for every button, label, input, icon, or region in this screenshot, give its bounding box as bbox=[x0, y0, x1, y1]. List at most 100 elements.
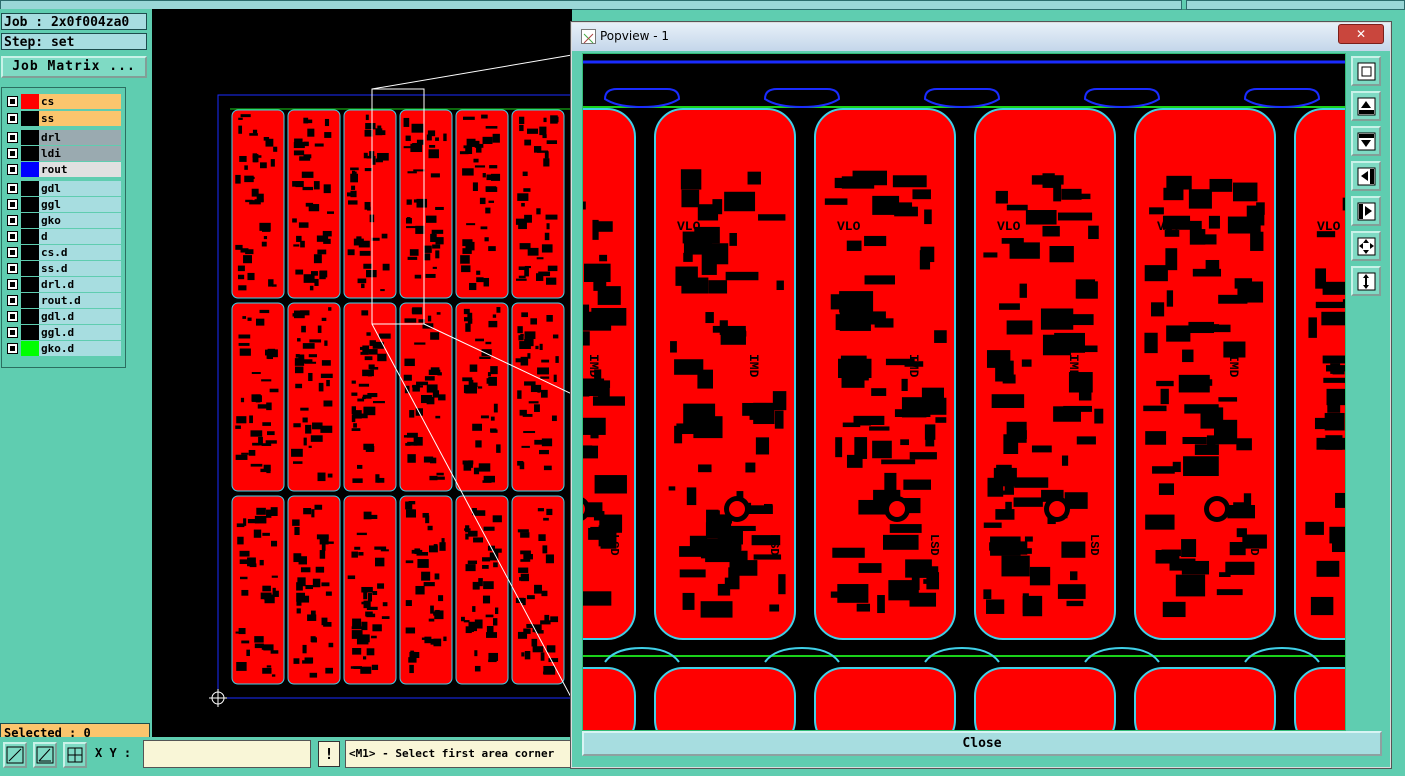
copper-gap bbox=[1066, 600, 1084, 607]
layer-color-swatch[interactable] bbox=[21, 293, 39, 308]
layer-checkbox[interactable] bbox=[7, 215, 18, 226]
layer-name[interactable]: d bbox=[39, 229, 121, 244]
layer-row-d[interactable]: d bbox=[5, 229, 121, 244]
layer-row-ss[interactable]: ss bbox=[5, 111, 121, 126]
close-button[interactable]: Close bbox=[582, 731, 1382, 756]
xy-input[interactable] bbox=[143, 740, 311, 768]
angle-icon[interactable] bbox=[33, 742, 57, 768]
layer-color-swatch[interactable] bbox=[21, 277, 39, 292]
copper-gap bbox=[1053, 179, 1062, 202]
layer-name[interactable]: gdl bbox=[39, 181, 121, 196]
layer-checkbox[interactable] bbox=[7, 164, 18, 175]
layer-checkbox[interactable] bbox=[7, 327, 18, 338]
copper-gap bbox=[292, 218, 297, 223]
warning-icon[interactable]: ! bbox=[318, 741, 340, 767]
layer-checkbox[interactable] bbox=[7, 279, 18, 290]
layer-row-drl-d[interactable]: drl.d bbox=[5, 277, 121, 292]
copper-gap bbox=[303, 508, 312, 515]
layer-checkbox[interactable] bbox=[7, 96, 18, 107]
pan-up-icon[interactable] bbox=[1351, 91, 1381, 121]
layer-color-swatch[interactable] bbox=[21, 325, 39, 340]
layer-color-swatch[interactable] bbox=[21, 229, 39, 244]
copper-gap bbox=[553, 116, 559, 123]
layer-row-ss-d[interactable]: ss.d bbox=[5, 261, 121, 276]
measure-icon[interactable] bbox=[3, 742, 27, 768]
layer-row-cs-d[interactable]: cs.d bbox=[5, 245, 121, 260]
layer-color-swatch[interactable] bbox=[21, 213, 39, 228]
layer-checkbox[interactable] bbox=[7, 311, 18, 322]
layer-color-swatch[interactable] bbox=[21, 197, 39, 212]
copper-gap bbox=[483, 526, 495, 531]
layer-name[interactable]: gko bbox=[39, 213, 121, 228]
layer-name[interactable]: ldi bbox=[39, 146, 121, 161]
layer-row-gdl-d[interactable]: gdl.d bbox=[5, 309, 121, 324]
layer-color-swatch[interactable] bbox=[21, 181, 39, 196]
copper-gap bbox=[250, 463, 263, 467]
layer-checkbox[interactable] bbox=[7, 199, 18, 210]
layer-name[interactable]: drl bbox=[39, 130, 121, 145]
layer-name[interactable]: gdl.d bbox=[39, 309, 121, 324]
zoom-in-icon[interactable] bbox=[1351, 266, 1381, 296]
copper-gap bbox=[1057, 584, 1086, 599]
layer-checkbox[interactable] bbox=[7, 247, 18, 258]
popview-titlebar[interactable]: Popview - 1 ✕ bbox=[572, 23, 1390, 51]
job-matrix-button[interactable]: Job Matrix ... bbox=[1, 56, 147, 78]
pan-right-icon[interactable] bbox=[1351, 196, 1381, 226]
copper-gap bbox=[372, 591, 378, 596]
layer-list: cs ss drl ldi rout gdl ggl gko d cs.d ss.d drl.d rou… bbox=[1, 87, 126, 368]
copper-gap bbox=[475, 338, 484, 342]
layer-name[interactable]: ggl.d bbox=[39, 325, 121, 340]
graphic-canvas[interactable] bbox=[152, 9, 572, 737]
layer-row-gdl[interactable]: gdl bbox=[5, 181, 121, 196]
layer-checkbox[interactable] bbox=[7, 231, 18, 242]
layer-name[interactable]: ggl bbox=[39, 197, 121, 212]
layer-color-swatch[interactable] bbox=[21, 341, 39, 356]
copper-gap bbox=[361, 310, 369, 316]
layer-name[interactable]: cs bbox=[39, 94, 121, 109]
zoom-window-icon[interactable] bbox=[1351, 56, 1381, 86]
copper-gap bbox=[698, 464, 712, 473]
layer-checkbox[interactable] bbox=[7, 343, 18, 354]
layer-row-gko[interactable]: gko bbox=[5, 213, 121, 228]
layer-checkbox[interactable] bbox=[7, 113, 18, 124]
layer-row-ggl-d[interactable]: ggl.d bbox=[5, 325, 121, 340]
layer-checkbox[interactable] bbox=[7, 295, 18, 306]
layer-checkbox[interactable] bbox=[7, 132, 18, 143]
layer-row-cs[interactable]: cs bbox=[5, 94, 121, 109]
copper-gap bbox=[590, 526, 623, 533]
layer-row-gko-d[interactable]: gko.d bbox=[5, 341, 121, 356]
copper-gap bbox=[479, 197, 486, 205]
window-close-button[interactable]: ✕ bbox=[1338, 24, 1384, 44]
layer-row-ldi[interactable]: ldi bbox=[5, 146, 121, 161]
layer-name[interactable]: drl.d bbox=[39, 277, 121, 292]
layer-row-rout-d[interactable]: rout.d bbox=[5, 293, 121, 308]
layer-row-drl[interactable]: drl bbox=[5, 130, 121, 145]
layer-color-swatch[interactable] bbox=[21, 309, 39, 324]
layer-color-swatch[interactable] bbox=[21, 94, 39, 109]
layer-name[interactable]: gko.d bbox=[39, 341, 121, 356]
layer-name[interactable]: rout.d bbox=[39, 293, 121, 308]
layer-checkbox[interactable] bbox=[7, 183, 18, 194]
layer-name[interactable]: rout bbox=[39, 162, 121, 177]
layer-color-swatch[interactable] bbox=[21, 261, 39, 276]
layer-color-swatch[interactable] bbox=[21, 146, 39, 161]
layer-row-ggl[interactable]: ggl bbox=[5, 197, 121, 212]
zoom-fit-icon[interactable] bbox=[1351, 231, 1381, 261]
pan-left-icon[interactable] bbox=[1351, 161, 1381, 191]
pan-down-icon[interactable] bbox=[1351, 126, 1381, 156]
layer-checkbox[interactable] bbox=[7, 148, 18, 159]
layer-name[interactable]: ss bbox=[39, 111, 121, 126]
layer-name[interactable]: ss.d bbox=[39, 261, 121, 276]
copper-gap bbox=[465, 323, 471, 332]
layer-color-swatch[interactable] bbox=[21, 130, 39, 145]
layer-checkbox[interactable] bbox=[7, 263, 18, 274]
popview-canvas[interactable]: VLO IMD LSD VLO IMD LSD VLO IMD LSD VLO IMD LSD VLO I… bbox=[582, 53, 1346, 731]
copper-gap bbox=[318, 382, 324, 392]
copper-gap bbox=[543, 117, 547, 123]
snap-grid-icon[interactable] bbox=[63, 742, 87, 768]
layer-color-swatch[interactable] bbox=[21, 111, 39, 126]
layer-color-swatch[interactable] bbox=[21, 162, 39, 177]
layer-name[interactable]: cs.d bbox=[39, 245, 121, 260]
layer-color-swatch[interactable] bbox=[21, 245, 39, 260]
layer-row-rout[interactable]: rout bbox=[5, 162, 121, 177]
